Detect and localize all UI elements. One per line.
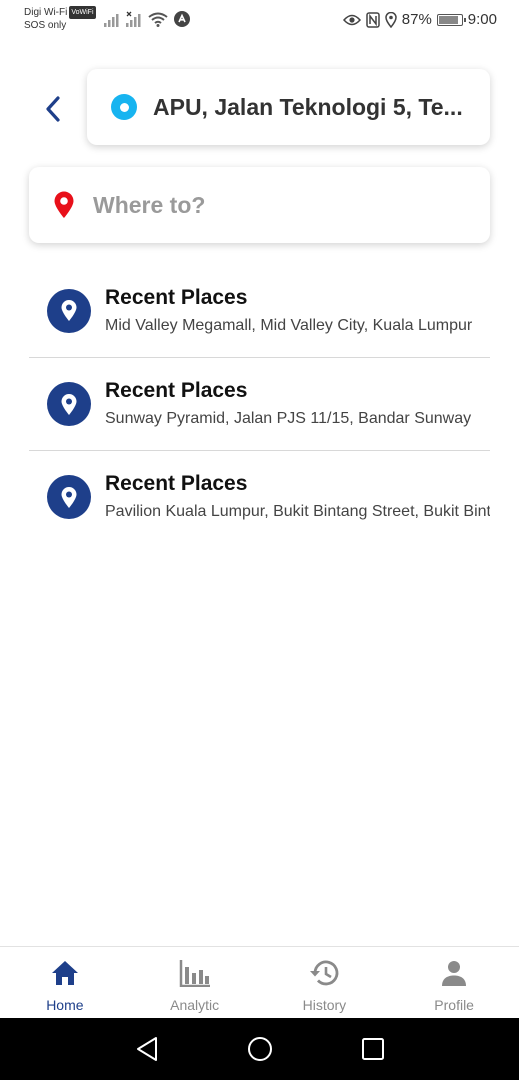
recent-place-item[interactable]: Recent Places Sunway Pyramid, Jalan PJS … (29, 357, 490, 450)
status-right: 87% 9:00 (342, 11, 497, 28)
recent-place-title: Recent Places (105, 285, 248, 309)
bottom-navigation: Home Analytic History Profile (0, 946, 519, 1018)
system-back-button[interactable] (127, 1029, 167, 1069)
system-recents-button[interactable] (353, 1029, 393, 1069)
wifi-icon (148, 12, 168, 27)
signal-icons (104, 11, 190, 27)
eye-comfort-icon (342, 14, 361, 25)
battery-icon (436, 13, 466, 26)
place-marker-icon (47, 475, 91, 519)
recent-place-title: Recent Places (105, 379, 248, 402)
recent-place-title: Recent Places (105, 472, 248, 495)
origin-field[interactable]: APU, Jalan Teknologi 5, Te... (87, 69, 490, 145)
nav-analytic[interactable]: Analytic (130, 947, 260, 1018)
destination-input[interactable] (93, 191, 453, 219)
origin-dot-icon (111, 94, 137, 120)
system-home-button[interactable] (240, 1029, 280, 1069)
signal-icon (104, 14, 119, 27)
square-recents-icon (361, 1038, 384, 1060)
location-icon (385, 11, 397, 28)
nav-history[interactable]: History (260, 947, 390, 1018)
destination-field[interactable] (29, 167, 490, 243)
nav-home-label: Home (46, 997, 84, 1013)
map-pin-icon (54, 191, 74, 218)
nav-profile-label: Profile (434, 997, 474, 1013)
signal-off-icon (126, 11, 141, 27)
home-icon (51, 961, 78, 985)
back-button[interactable] (38, 94, 68, 124)
person-icon (442, 961, 467, 986)
recent-places-list: Recent Places Mid Valley Megamall, Mid V… (29, 264, 490, 543)
recent-place-item[interactable]: Recent Places Pavilion Kuala Lumpur, Buk… (29, 450, 490, 543)
sos-text: SOS only (24, 20, 67, 31)
recent-place-address: Sunway Pyramid, Jalan PJS 11/15, Bandar … (105, 410, 472, 427)
vowifi-badge: VoWiFi (69, 6, 96, 19)
battery-percentage: 87% (401, 11, 432, 28)
clock: 9:00 (467, 11, 497, 28)
carrier-info: Digi Wi-Fi VoWiFi SOS only (24, 6, 96, 32)
recent-place-address: Pavilion Kuala Lumpur, Bukit Bintang Str… (105, 503, 490, 520)
nav-home[interactable]: Home (0, 947, 130, 1018)
history-icon (310, 960, 339, 986)
app-notification-icon (174, 11, 190, 27)
status-bar: Digi Wi-Fi VoWiFi SOS only 87% 9:00 (0, 0, 519, 44)
system-navigation-bar (0, 1018, 519, 1080)
place-marker-icon (47, 288, 91, 333)
recent-place-item[interactable]: Recent Places Mid Valley Megamall, Mid V… (29, 264, 490, 357)
carrier-name: Digi Wi-Fi (24, 7, 68, 18)
chevron-left-icon (46, 96, 60, 122)
bar-chart-icon (179, 960, 210, 987)
nav-analytic-label: Analytic (170, 997, 220, 1013)
triangle-back-icon (136, 1037, 157, 1061)
nav-history-label: History (302, 997, 347, 1013)
circle-home-icon (247, 1037, 272, 1061)
recent-place-address: Mid Valley Megamall, Mid Valley City, Ku… (105, 316, 473, 334)
nfc-icon (366, 11, 380, 28)
place-marker-icon (47, 382, 91, 426)
nav-profile[interactable]: Profile (389, 947, 519, 1018)
origin-address: APU, Jalan Teknologi 5, Te... (153, 93, 463, 120)
